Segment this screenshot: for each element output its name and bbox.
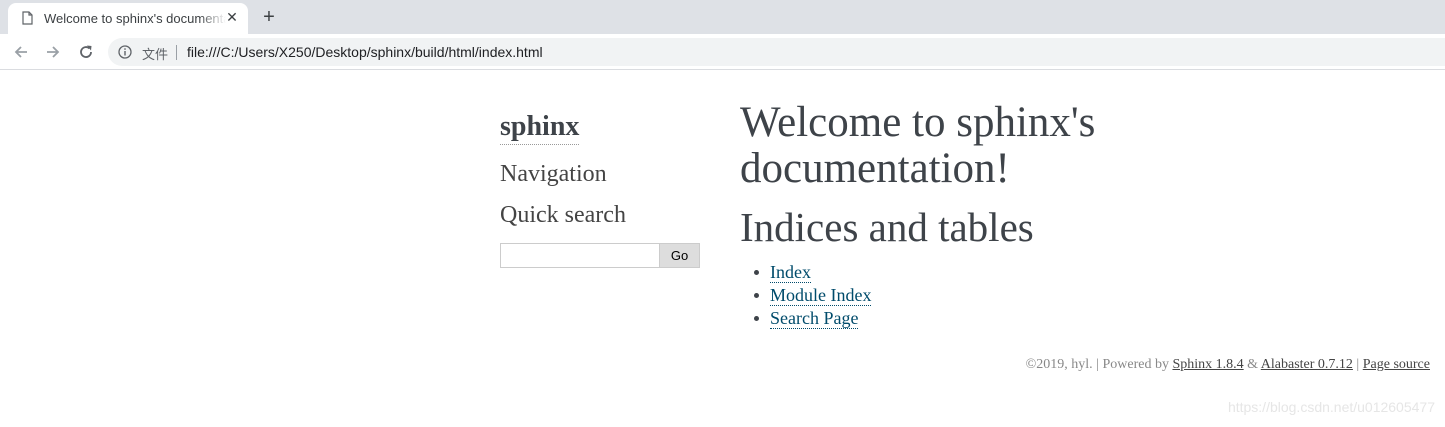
module-index-link[interactable]: Module Index bbox=[770, 285, 872, 306]
reload-button[interactable] bbox=[74, 40, 98, 64]
footer-separator: | bbox=[1096, 357, 1099, 372]
browser-tab[interactable]: Welcome to sphinx's documentation! ✕ bbox=[8, 3, 248, 34]
scheme-label: 文件 bbox=[142, 47, 169, 62]
tab-title: Welcome to sphinx's documentation! bbox=[44, 11, 226, 26]
forward-button[interactable] bbox=[41, 40, 65, 64]
watermark-text: https://blog.csdn.net/u012605477 bbox=[1227, 399, 1435, 415]
close-icon[interactable]: ✕ bbox=[224, 9, 240, 25]
navigation-heading: Navigation bbox=[500, 161, 607, 187]
list-item: Search Page bbox=[754, 307, 871, 330]
bullet-icon bbox=[754, 316, 759, 321]
project-logo-link[interactable]: sphinx bbox=[500, 110, 580, 145]
go-button[interactable]: Go bbox=[659, 243, 700, 268]
list-item: Index bbox=[754, 261, 871, 284]
reload-icon bbox=[80, 45, 92, 58]
sidebar: sphinx Navigation Quick search Go bbox=[500, 110, 705, 268]
page-favicon-icon bbox=[22, 11, 33, 25]
address-bar[interactable]: 文件 file:///C:/Users/X250/Desktop/sphinx/… bbox=[108, 38, 1445, 66]
search-page-link[interactable]: Search Page bbox=[770, 308, 859, 329]
page-footer: ©2019, hyl. | Powered by Sphinx 1.8.4 & … bbox=[1026, 357, 1430, 373]
search-form: Go bbox=[500, 243, 700, 268]
back-arrow-icon bbox=[14, 46, 27, 58]
section-title: Indices and tables bbox=[740, 204, 1034, 250]
url-text[interactable]: file:///C:/Users/X250/Desktop/sphinx/bui… bbox=[187, 44, 543, 60]
footer-separator: | bbox=[1356, 357, 1360, 372]
list-item: Module Index bbox=[754, 284, 872, 307]
tab-strip: Welcome to sphinx's documentation! ✕ + bbox=[0, 0, 1445, 34]
back-button[interactable] bbox=[9, 40, 33, 64]
bullet-icon bbox=[754, 293, 759, 298]
indices-list: Index Module Index Search Page bbox=[754, 261, 872, 330]
main-body: Welcome to sphinx's documentation! Indic… bbox=[740, 99, 1160, 329]
quick-search-heading: Quick search bbox=[500, 202, 626, 228]
search-input[interactable] bbox=[500, 243, 660, 268]
bullet-icon bbox=[754, 270, 759, 275]
browser-toolbar: 文件 file:///C:/Users/X250/Desktop/sphinx/… bbox=[0, 34, 1445, 70]
plus-icon[interactable]: + bbox=[258, 6, 280, 28]
ampersand-text: & bbox=[1247, 357, 1259, 372]
sphinx-link[interactable]: Sphinx 1.8.4 bbox=[1172, 357, 1243, 372]
forward-arrow-icon bbox=[47, 46, 60, 58]
index-link[interactable]: Index bbox=[770, 262, 811, 283]
copyright-text: ©2019, hyl. bbox=[1025, 357, 1093, 372]
info-icon[interactable] bbox=[118, 45, 132, 59]
page-title: Welcome to sphinx's documentation! bbox=[740, 99, 1096, 192]
omnibox-divider bbox=[176, 45, 177, 60]
page-source-link[interactable]: Page source bbox=[1363, 357, 1430, 372]
powered-by-text: Powered by bbox=[1102, 357, 1169, 372]
alabaster-link[interactable]: Alabaster 0.7.12 bbox=[1261, 357, 1353, 372]
